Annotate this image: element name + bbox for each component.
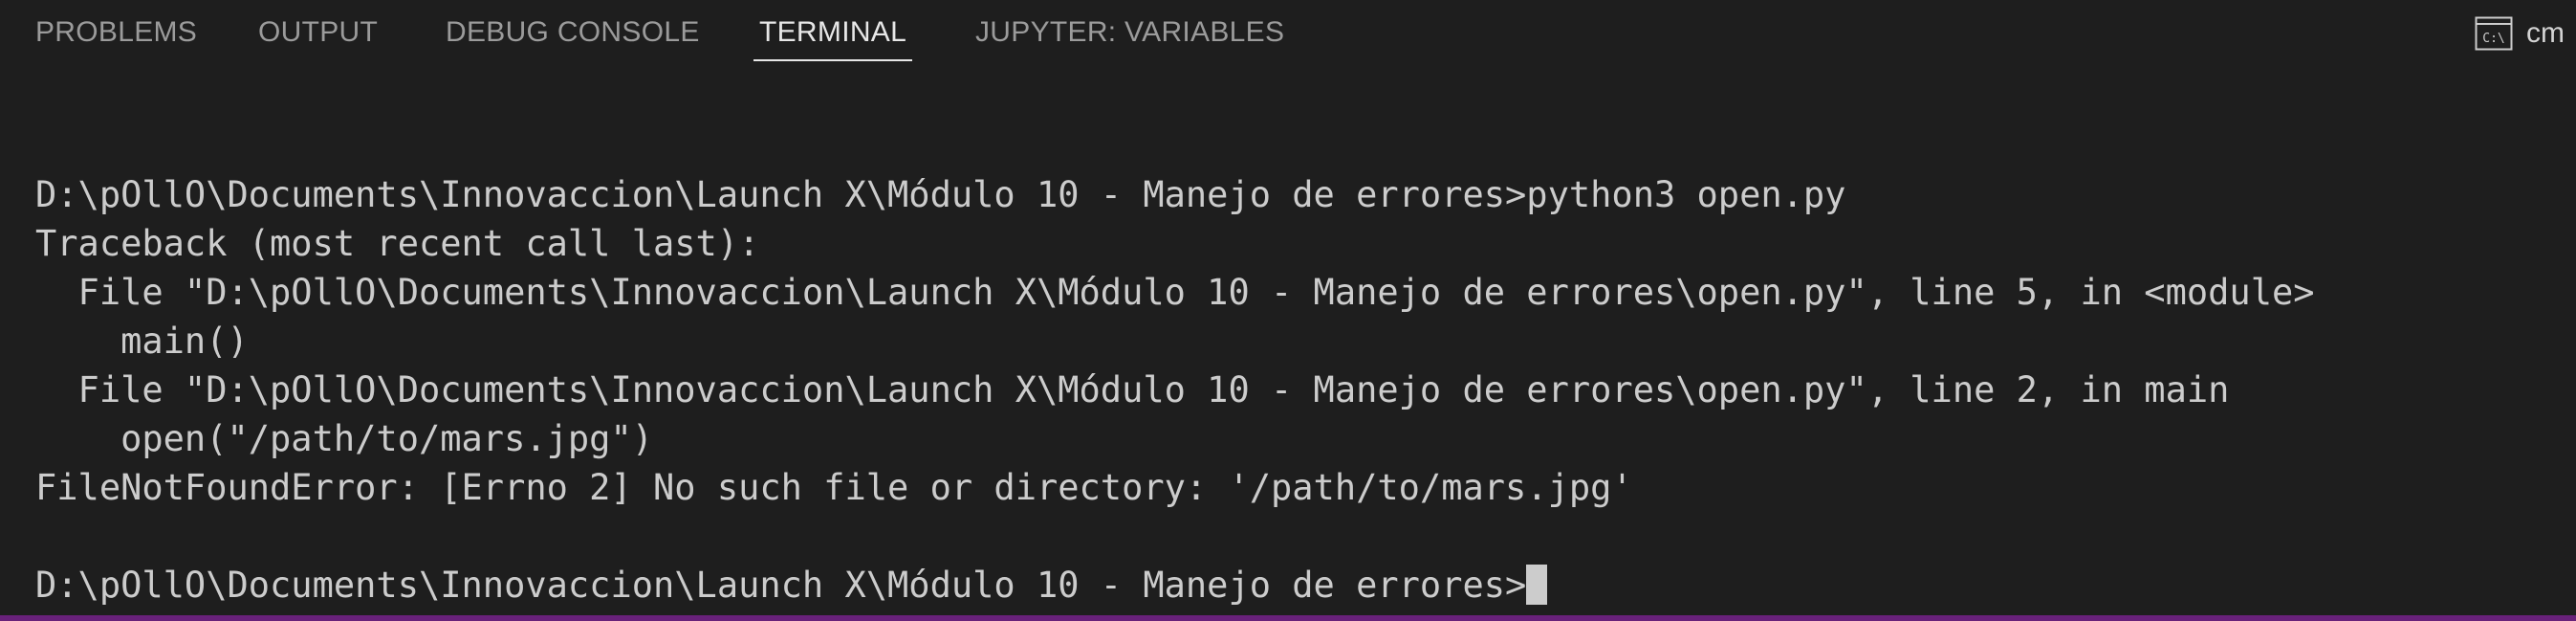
- tab-terminal[interactable]: TERMINAL: [753, 13, 913, 61]
- terminal-line: open("/path/to/mars.jpg"): [35, 418, 654, 459]
- terminal-line: File "D:\pOllO\Documents\Innovaccion\Lau…: [35, 369, 2230, 410]
- active-tab-indicator: [753, 59, 913, 61]
- terminal-line: FileNotFoundError: [Errno 2] No such fil…: [35, 467, 1633, 508]
- terminal-line: main(): [35, 321, 249, 362]
- terminal-cmd-icon: C:\: [2475, 16, 2513, 51]
- tab-output[interactable]: OUTPUT: [258, 13, 378, 61]
- tab-label: TERMINAL: [759, 16, 907, 48]
- svg-text:C:\: C:\: [2482, 32, 2504, 46]
- tab-label: JUPYTER: VARIABLES: [975, 16, 1285, 48]
- panel-tab-bar: PROBLEMS OUTPUT DEBUG CONSOLE TERMINAL J…: [0, 0, 2576, 67]
- terminal-prompt-line[interactable]: D:\pOllO\Documents\Innovaccion\Launch X\…: [35, 561, 2560, 610]
- tab-jupyter-variables[interactable]: JUPYTER: VARIABLES: [975, 13, 1284, 61]
- terminal-prompt: D:\pOllO\Documents\Innovaccion\Launch X\…: [35, 565, 1527, 606]
- terminal-line: D:\pOllO\Documents\Innovaccion\Launch X\…: [35, 174, 1846, 215]
- terminal-cursor: [1526, 565, 1548, 605]
- tab-label: DEBUG CONSOLE: [446, 16, 700, 48]
- tab-problems[interactable]: PROBLEMS: [35, 13, 197, 61]
- tab-debug-console[interactable]: DEBUG CONSOLE: [446, 13, 700, 61]
- terminal-selector-label: cm: [2526, 17, 2565, 49]
- terminal-selector-dropdown[interactable]: C:\ cm: [2475, 10, 2565, 57]
- tab-label: OUTPUT: [258, 16, 379, 48]
- terminal-line: Traceback (most recent call last):: [35, 223, 760, 264]
- terminal-output[interactable]: D:\pOllO\Documents\Innovaccion\Launch X\…: [35, 170, 2560, 610]
- terminal-line: File "D:\pOllO\Documents\Innovaccion\Lau…: [35, 272, 2315, 313]
- terminal-panel: PROBLEMS OUTPUT DEBUG CONSOLE TERMINAL J…: [0, 0, 2576, 621]
- tab-label: PROBLEMS: [35, 16, 198, 48]
